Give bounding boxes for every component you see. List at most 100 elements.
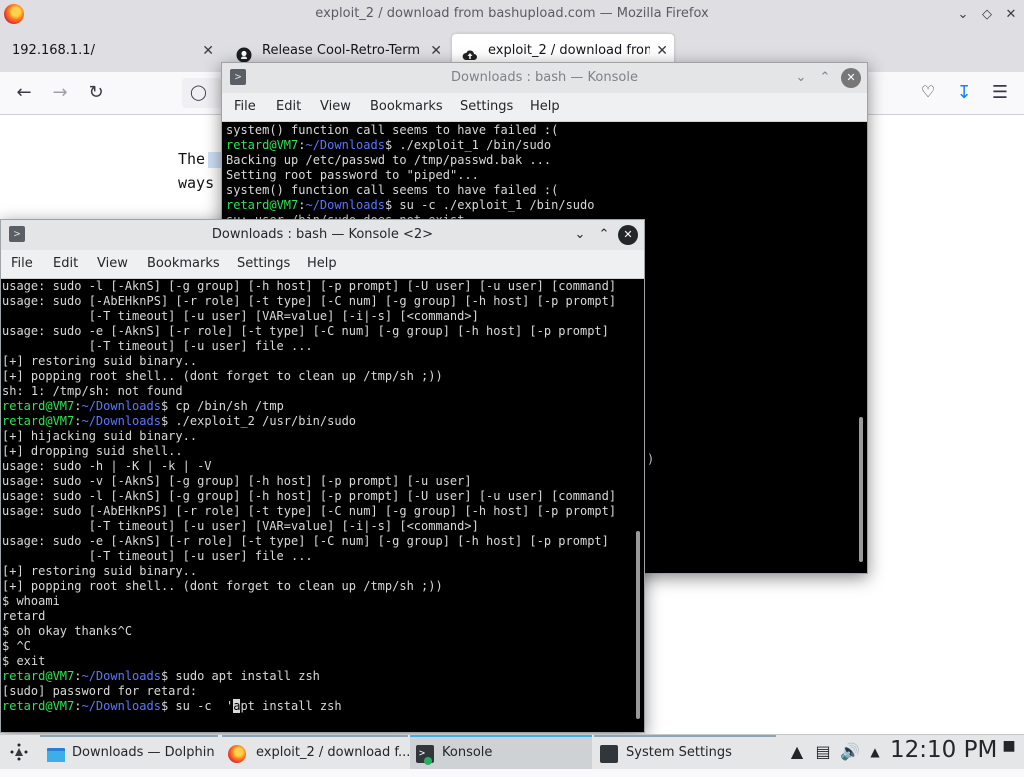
terminal-line: system() function call seems to have fai… [226,183,559,197]
menu-edit[interactable]: Edit [276,99,301,114]
scrollbar-thumb[interactable] [636,531,640,719]
clipboard-icon[interactable]: ▤ [814,743,832,761]
back-arrow-icon[interactable]: ← [12,82,36,103]
tray-expand-arrow-icon[interactable]: ▲ [866,743,884,761]
terminal-line: [-T timeout] [-u user] file ... [2,339,313,353]
terminal-line: $ exit [2,654,46,668]
menu-help[interactable]: Help [530,99,560,114]
highlighted-link[interactable] [208,152,222,168]
downloads-icon[interactable]: ↧ [952,82,976,103]
konsole-title: Downloads : bash — Konsole [451,70,638,85]
terminal-line: retard@VM7:~/Downloads$ su -c ./exploit_… [226,198,595,212]
tab-close-icon[interactable]: ✕ [202,34,214,68]
terminal-line: [-T timeout] [-u user] [VAR=value] [-i|-… [2,519,479,533]
maximize-icon[interactable]: ⌃ [815,68,835,88]
terminal-fragment: ) [647,452,655,466]
firefox-icon [228,745,246,763]
taskbar-item-label: System Settings [626,745,732,760]
terminal-line: retard@VM7:~/Downloads$ cp /bin/sh /tmp [2,399,284,413]
scrollbar-thumb[interactable] [859,417,863,562]
tab-label: 192.168.1.1/ [12,43,95,58]
menu-view[interactable]: View [320,99,351,114]
taskbar-item-firefox[interactable]: exploit_2 / download f... [222,735,411,769]
firefox-titlebar: exploit_2 / download from bashupload.com… [0,0,1024,30]
tab-router[interactable]: 192.168.1.1/ ✕ [4,34,220,68]
firefox-window-title: exploit_2 / download from bashupload.com… [315,6,709,21]
folder-icon [46,745,65,763]
terminal-line: retard@VM7:~/Downloads$ ./exploit_1 /bin… [226,138,552,152]
konsole-title: Downloads : bash — Konsole <2> [211,227,434,242]
konsole-menubar: File Edit View Bookmarks Settings Help [222,93,867,122]
usb-device-icon[interactable]: ▲ [788,743,806,761]
terminal-line: usage: sudo -e [-AknS] [-r role] [-t typ… [2,324,609,338]
clock[interactable]: 12:10 PM [890,737,997,763]
terminal-line: usage: sudo [-AbEHknPS] [-r role] [-t ty… [2,504,617,518]
terminal-line: [+] restoring suid binary.. [2,354,198,368]
page-text: The [178,150,206,168]
konsole-titlebar[interactable]: > Downloads : bash — Konsole ⌄ ⌃ ✕ [222,63,867,93]
maximize-icon[interactable]: ◇ [976,4,998,26]
close-icon[interactable]: ✕ [1000,4,1022,26]
terminal-line: [+] popping root shell.. (dont forget to… [2,579,443,593]
kde-launcher-icon [10,743,28,761]
menu-bookmarks[interactable]: Bookmarks [147,256,220,271]
konsole-window-front[interactable]: > Downloads : bash — Konsole <2> ⌄ ⌃ ✕ F… [0,219,645,733]
url-bar[interactable]: ◯ [182,78,222,108]
menu-help[interactable]: Help [307,256,337,271]
terminal-line: [+] hijacking suid binary.. [2,429,198,443]
terminal-line: [+] dropping suid shell.. [2,444,183,458]
taskbar: Downloads — Dolphin exploit_2 / download… [0,734,1024,769]
taskbar-item-konsole[interactable]: >_ Konsole [410,735,592,769]
github-icon [236,43,252,63]
cloud-upload-icon [462,43,478,60]
konsole-menubar: File Edit View Bookmarks Settings Help [1,250,644,279]
taskbar-item-system-settings[interactable]: System Settings [594,735,776,769]
taskbar-item-label: Konsole [442,745,493,760]
konsole-titlebar[interactable]: > Downloads : bash — Konsole <2> ⌄ ⌃ ✕ [1,220,644,250]
reload-icon[interactable]: ↻ [84,82,108,103]
terminal-line: $ whoami [2,594,60,608]
forward-arrow-icon[interactable]: → [48,82,72,103]
hamburger-menu-icon[interactable]: ☰ [988,82,1012,103]
terminal-line: Backing up /etc/passwd to /tmp/passwd.ba… [226,153,552,167]
menu-file[interactable]: File [11,256,33,271]
terminal-line: [+] restoring suid binary.. [2,564,198,578]
pocket-icon[interactable]: ♡ [916,82,940,101]
menu-file[interactable]: File [234,99,256,114]
application-launcher-button[interactable] [2,735,36,769]
terminal-line: [sudo] password for retard: [2,684,198,698]
settings-icon [600,745,618,763]
maximize-icon[interactable]: ⌃ [594,225,614,245]
terminal-line: [+] popping root shell.. (dont forget to… [2,369,443,383]
terminal-line: retard@VM7:~/Downloads$ sudo apt install… [2,669,320,683]
menu-view[interactable]: View [97,256,128,271]
menu-bookmarks[interactable]: Bookmarks [370,99,443,114]
terminal-line: usage: sudo -v [-AknS] [-g group] [-h ho… [2,474,472,488]
terminal-line: usage: sudo -l [-AknS] [-g group] [-h ho… [2,489,617,503]
minimize-icon[interactable]: ⌄ [952,4,974,26]
menu-edit[interactable]: Edit [53,256,78,271]
terminal-line: usage: sudo -l [-AknS] [-g group] [-h ho… [2,279,617,293]
terminal-line: retard@VM7:~/Downloads$ ./exploit_2 /usr… [2,414,357,428]
minimize-icon[interactable]: ⌄ [570,225,590,245]
terminal-line: usage: sudo -e [-AknS] [-r role] [-t typ… [2,534,609,548]
terminal-line: Setting root password to "piped"... [226,168,479,182]
taskbar-item-label: Downloads — Dolphin [72,745,215,760]
terminal-line: usage: sudo -h | -K | -k | -V [2,459,212,473]
menu-settings[interactable]: Settings [460,99,513,114]
terminal-line: [-T timeout] [-u user] file ... [2,549,313,563]
menu-settings[interactable]: Settings [237,256,290,271]
show-desktop-icon[interactable]: ■ [1000,737,1018,755]
taskbar-item-label: exploit_2 / download f... [256,745,411,760]
terminal-prompt-line: retard@VM7:~/Downloads$ su -c 'apt insta… [2,699,342,713]
terminal-output[interactable]: usage: sudo -l [-AknS] [-g group] [-h ho… [1,279,644,732]
volume-icon[interactable]: 🔊 [840,743,860,761]
terminal-line: sh: 1: /tmp/sh: not found [2,384,183,398]
taskbar-item-dolphin[interactable]: Downloads — Dolphin [40,735,218,769]
close-icon[interactable]: ✕ [618,225,638,245]
minimize-icon[interactable]: ⌄ [791,68,811,88]
terminal-line: retard [2,609,46,623]
terminal-line: system() function call seems to have fai… [226,123,559,137]
close-icon[interactable]: ✕ [841,68,861,88]
shield-icon[interactable]: ◯ [190,83,207,101]
